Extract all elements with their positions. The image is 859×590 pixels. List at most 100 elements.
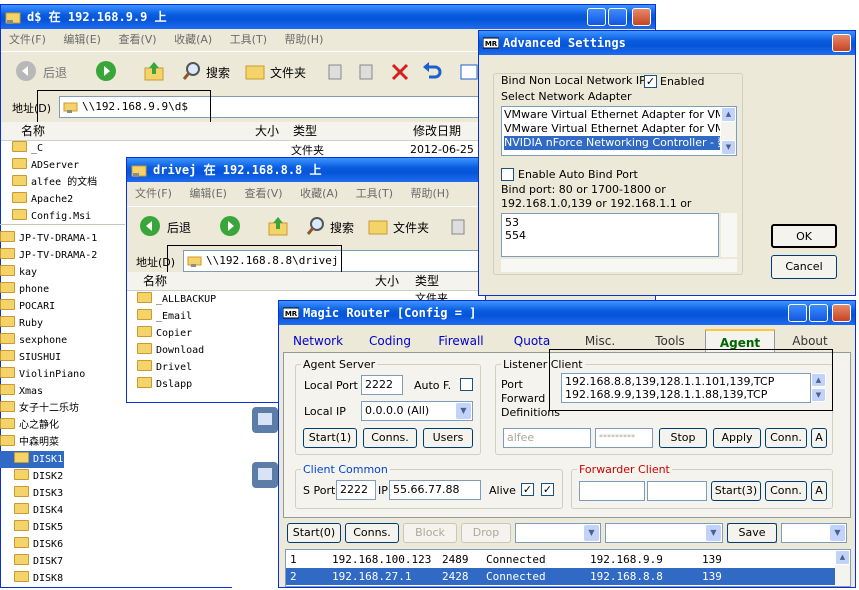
back-label[interactable]: 后退 — [167, 219, 191, 236]
folders-icon[interactable] — [244, 60, 266, 82]
minimize-button[interactable] — [788, 304, 807, 322]
forward-icon[interactable] — [219, 215, 241, 237]
list-item[interactable]: ADServer — [0, 157, 125, 174]
undo-icon[interactable] — [421, 61, 443, 83]
list-item[interactable]: DISK3 — [0, 485, 125, 502]
a-button[interactable]: A — [811, 428, 827, 448]
folders-label[interactable]: 文件夹 — [393, 219, 429, 236]
menu-favorites[interactable]: 收藏(A) — [174, 33, 212, 46]
menu-view[interactable]: 查看(V) — [118, 33, 156, 46]
adapter-scrollbar[interactable]: ▲ ▼ — [721, 107, 736, 155]
menu-edit[interactable]: 编辑(E) — [63, 33, 101, 46]
column-size[interactable]: 大小 — [375, 272, 399, 290]
menu-tools[interactable]: 工具(T) — [230, 33, 267, 46]
back-icon[interactable] — [15, 60, 37, 82]
connection-scrollbar[interactable]: ▲ — [835, 550, 850, 586]
start1-button[interactable]: Start(1) — [303, 428, 357, 448]
users-button[interactable]: Users — [423, 428, 473, 448]
list-item[interactable]: 女子十二乐坊 — [0, 400, 125, 417]
list-item[interactable]: Apache2 — [0, 191, 125, 208]
port-textarea[interactable]: 53 554 — [501, 213, 719, 257]
user-input[interactable]: alfee — [503, 428, 591, 448]
list-item[interactable]: DISK6 — [0, 536, 125, 553]
scroll-up-icon[interactable]: ▲ — [835, 550, 850, 565]
title-bar[interactable]: MR Advanced Settings — [479, 31, 855, 55]
column-type[interactable]: 类型 — [293, 122, 317, 140]
maximize-button[interactable] — [809, 304, 828, 322]
maximize-button[interactable] — [608, 8, 627, 26]
menu-file[interactable]: 文件(F) — [135, 187, 172, 200]
search-icon[interactable] — [181, 60, 203, 82]
auto-checkbox[interactable] — [460, 378, 473, 391]
forwarder-input-1[interactable] — [579, 481, 645, 501]
auto-bind-checkbox[interactable] — [501, 168, 514, 181]
sport-input[interactable]: 2222 — [336, 480, 376, 500]
scroll-down-icon[interactable]: ▼ — [721, 140, 736, 155]
copy-to-icon[interactable] — [357, 62, 377, 82]
list-item[interactable]: SIUSHUI — [0, 349, 125, 366]
scroll-up-icon[interactable]: ▲ — [721, 107, 736, 122]
adapter-listbox[interactable]: VMware Virtual Ethernet Adapter for VMne… — [501, 106, 737, 156]
list-item[interactable]: Xmas — [0, 383, 125, 400]
list-item[interactable]: DISK7 — [0, 553, 125, 570]
ip-input[interactable]: 55.66.77.88 — [389, 480, 481, 500]
title-bar[interactable]: drivej 在 192.168.8.8 上 — [127, 158, 485, 182]
tab-network[interactable]: Network — [283, 329, 353, 353]
folders-label[interactable]: 文件夹 — [270, 64, 306, 81]
forwarder-input-2[interactable] — [647, 481, 707, 501]
save-button[interactable]: Save — [727, 523, 777, 543]
connection-row[interactable]: 1 192.168.100.123 2489 Connected 192.168… — [286, 551, 850, 568]
list-item[interactable]: sexphone — [0, 332, 125, 349]
tab-firewall[interactable]: Firewall — [425, 329, 497, 353]
cancel-button[interactable]: Cancel — [771, 255, 837, 279]
list-item-selected[interactable]: DISK1 — [0, 451, 64, 468]
list-item[interactable]: Ruby — [0, 315, 125, 332]
close-button[interactable] — [832, 34, 851, 52]
column-modified[interactable]: 修改日期 — [413, 122, 461, 140]
move-to-icon[interactable] — [326, 62, 346, 82]
list-item[interactable]: 中森明菜 — [0, 434, 125, 451]
filter-select-1[interactable]: ▼ — [515, 523, 601, 543]
forwarder-a-button[interactable]: A — [811, 481, 827, 501]
menu-file[interactable]: 文件(F) — [9, 33, 46, 46]
list-item[interactable]: JP-TV-DRAMA-1 — [0, 230, 125, 247]
views-icon[interactable] — [459, 62, 479, 82]
search-label[interactable]: 搜索 — [330, 219, 354, 236]
delete-icon[interactable] — [390, 62, 410, 82]
chevron-down-icon[interactable]: ▼ — [830, 525, 845, 541]
up-folder-icon[interactable] — [143, 60, 165, 82]
menu-favorites[interactable]: 收藏(A) — [300, 187, 338, 200]
list-item[interactable]: DISK5 — [0, 519, 125, 536]
chevron-down-icon[interactable]: ▼ — [456, 403, 471, 419]
alive-checkbox-2[interactable]: ✓ — [541, 483, 554, 496]
menu-help[interactable]: 帮助(H) — [411, 187, 450, 200]
close-button[interactable] — [832, 304, 851, 322]
conns-button[interactable]: Conns. — [363, 428, 417, 448]
list-item[interactable]: DISK8 — [0, 570, 125, 587]
menu-help[interactable]: 帮助(H) — [285, 33, 324, 46]
list-item[interactable]: _C — [0, 140, 125, 157]
back-label[interactable]: 后退 — [43, 64, 67, 81]
alive-checkbox[interactable]: ✓ — [521, 483, 534, 496]
title-bar[interactable]: MR Magic Router [Config = ] — [279, 301, 855, 325]
tab-coding[interactable]: Coding — [355, 329, 425, 353]
menu-tools[interactable]: 工具(T) — [356, 187, 393, 200]
filter-select-4[interactable]: ▼ — [781, 523, 847, 543]
chevron-down-icon[interactable]: ▼ — [584, 525, 599, 541]
up-folder-icon[interactable] — [267, 215, 289, 237]
chevron-down-icon[interactable]: ▼ — [706, 525, 721, 541]
title-bar[interactable]: d$ 在 192.168.9.9 上 — [1, 5, 655, 29]
adapter-item[interactable]: VMware Virtual Ethernet Adapter for VMne… — [504, 122, 720, 136]
port-hscrollbar[interactable] — [501, 259, 737, 272]
list-item[interactable]: alfee 的文档 — [0, 174, 125, 191]
column-type[interactable]: 类型 — [415, 272, 439, 290]
column-name[interactable]: 名称 — [21, 122, 45, 140]
minimize-button[interactable] — [587, 8, 606, 26]
stop-button[interactable]: Stop — [659, 428, 707, 448]
adapter-item-selected[interactable]: NVIDIA nForce Networking Controller - 数据 — [504, 136, 720, 150]
start0-button[interactable]: Start(0) — [287, 523, 341, 543]
menu-edit[interactable]: 编辑(E) — [189, 187, 227, 200]
connection-row-selected[interactable]: 2 192.168.27.1 2428 Connected 192.168.8.… — [286, 568, 835, 585]
local-ip-select[interactable]: 0.0.0.0 (All) ▼ — [361, 401, 473, 421]
drop-button[interactable]: Drop — [461, 523, 511, 543]
